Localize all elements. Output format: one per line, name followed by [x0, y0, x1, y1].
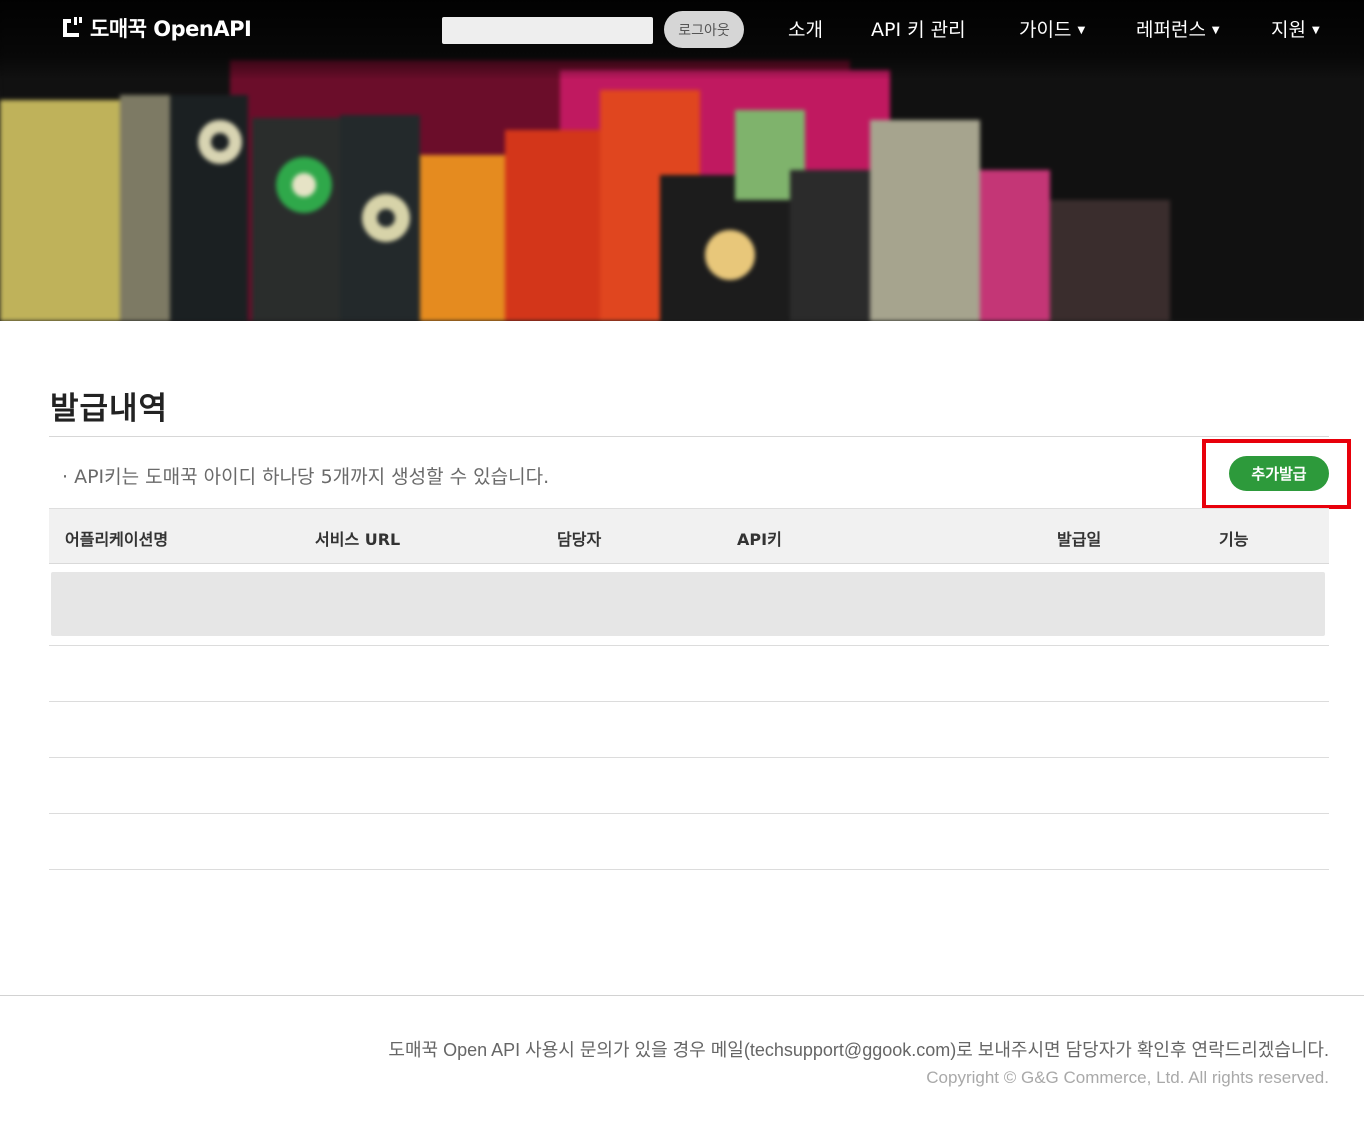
site-logo[interactable]: 도매꾹 OpenAPI: [60, 12, 252, 44]
add-issue-button[interactable]: 추가발급: [1229, 456, 1329, 491]
nav-item-label: API 키 관리: [871, 18, 966, 41]
title-divider: [49, 436, 1329, 437]
footer-divider: [0, 995, 1364, 996]
column-header-issue-date: 발급일: [1057, 530, 1102, 549]
nav-item-label: 가이드: [1019, 18, 1072, 41]
table-row-divider: [49, 869, 1329, 870]
logo-text: 도매꾹 OpenAPI: [90, 17, 252, 41]
logo-mark-icon: [63, 17, 82, 37]
nav-item-intro[interactable]: 소개: [788, 14, 823, 42]
column-header-actions: 기능: [1219, 530, 1249, 549]
nav-item-support[interactable]: 지원 ▼: [1271, 14, 1320, 42]
nav-item-label: 지원: [1271, 18, 1306, 41]
table-row-divider: [49, 701, 1329, 702]
api-key-limit-notice: · API키는 도매꾹 아이디 하나당 5개까지 생성할 수 있습니다.: [62, 466, 550, 488]
hero-banner: 도매꾹 OpenAPI 로그아웃 소개 API 키 관리 가이드 ▼ 레퍼런스 …: [0, 0, 1364, 321]
column-header-service-url: 서비스 URL: [315, 530, 401, 549]
nav-item-label: 소개: [788, 18, 823, 41]
search-input[interactable]: [442, 17, 653, 44]
nav-item-api-key-management[interactable]: API 키 관리: [871, 14, 966, 42]
column-header-api-key: API키: [737, 530, 782, 549]
footer-copyright: Copyright © G&G Commerce, Ltd. All right…: [926, 1068, 1329, 1087]
table-row-placeholder: [51, 572, 1325, 636]
logout-button[interactable]: 로그아웃: [664, 11, 744, 48]
footer-contact-text: 도매꾹 Open API 사용시 문의가 있을 경우 메일(techsuppor…: [388, 1040, 1329, 1060]
table-row-divider: [49, 813, 1329, 814]
nav-item-label: 레퍼런스: [1136, 18, 1206, 41]
table-header: 어플리케이션명 서비스 URL 담당자 API키 발급일 기능: [49, 508, 1329, 564]
table-row-divider: [49, 645, 1329, 646]
chevron-down-icon: ▼: [1077, 24, 1086, 36]
table-row-divider: [49, 757, 1329, 758]
nav-item-guide[interactable]: 가이드 ▼: [1019, 14, 1085, 42]
nav-item-reference[interactable]: 레퍼런스 ▼: [1136, 14, 1220, 42]
column-header-manager: 담당자: [557, 530, 602, 549]
chevron-down-icon: ▼: [1211, 24, 1220, 36]
chevron-down-icon: ▼: [1311, 24, 1320, 36]
column-header-app-name: 어플리케이션명: [65, 530, 169, 549]
page-title: 발급내역: [50, 391, 169, 427]
